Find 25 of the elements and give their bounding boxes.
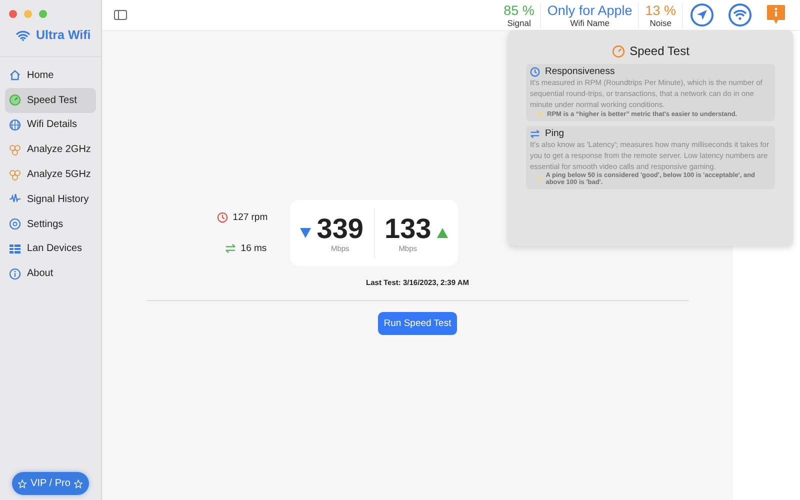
ping-value: 16 ms — [240, 243, 267, 254]
sidebar-item[interactable]: Wifi Details — [5, 112, 96, 138]
responsiveness-value: 127 rpm — [232, 212, 268, 223]
section-title: Responsiveness — [545, 66, 615, 77]
section-title: Ping — [545, 128, 564, 139]
stat-label: Wifi Name — [570, 18, 610, 28]
sidebar-item[interactable]: Speed Test — [5, 88, 96, 113]
sidebar-item[interactable]: Settings — [5, 212, 96, 237]
vip-pro-button[interactable]: VIP / Pro — [12, 472, 89, 495]
sidebar-item[interactable]: About — [5, 261, 96, 286]
sidebar-item[interactable]: Lan Devices — [5, 236, 96, 262]
stat-label: Signal — [507, 18, 531, 28]
sidebar-item[interactable]: Signal History — [5, 186, 96, 212]
stat-value: Only for Apple — [547, 2, 632, 18]
sidebar-item[interactable]: Analyze 2GHz — [5, 137, 96, 162]
download-speed: 339 — [316, 214, 364, 244]
app-name: Ultra Wifi — [36, 28, 91, 42]
stat-label: Noise — [650, 18, 672, 28]
stat-value: 85 % — [504, 2, 534, 18]
run-speed-test-button[interactable]: Run Speed Test — [378, 312, 458, 335]
sidebar-item[interactable]: Analyze 5GHz — [5, 162, 96, 187]
sidebar-item[interactable]: Home — [5, 63, 96, 88]
upload-speed: 133 — [384, 214, 432, 244]
stat-value: 13 % — [645, 2, 676, 18]
popover-title: Speed Test — [630, 44, 690, 58]
